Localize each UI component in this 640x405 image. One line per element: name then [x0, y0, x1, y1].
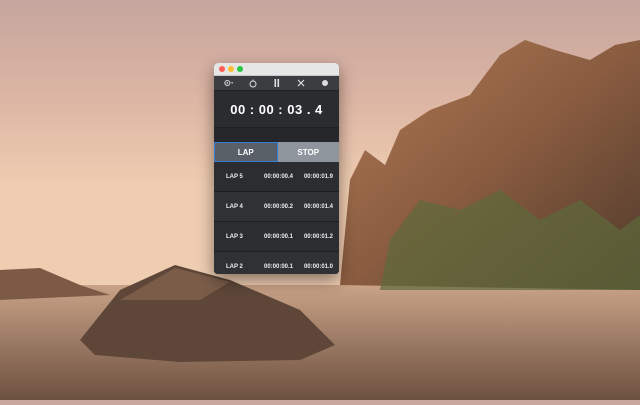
- lap-total-time: 00:00:01.0: [303, 263, 333, 270]
- lap-split-time: 00:00:00.1: [263, 233, 294, 240]
- record-icon[interactable]: [320, 78, 330, 88]
- list-item: LAP 2 00:00:00.1 00:00:01.0: [214, 252, 339, 274]
- list-item: LAP 4 00:00:00.2 00:00:01.4: [214, 192, 339, 222]
- lap-split-time: 00:00:00.2: [263, 203, 294, 210]
- shuffle-icon[interactable]: [296, 78, 306, 88]
- lap-total-time: 00:00:01.9: [303, 173, 333, 180]
- stop-button[interactable]: STOP: [277, 142, 339, 162]
- control-buttons: LAP STOP: [214, 142, 339, 162]
- zoom-window-button[interactable]: [237, 66, 243, 72]
- gear-dropdown-icon[interactable]: [224, 78, 234, 88]
- lap-name: LAP 4: [226, 203, 243, 210]
- timer-readout: 00 : 00 : 03 . 4: [230, 101, 323, 117]
- lap-split-time: 00:00:00.1: [263, 263, 294, 270]
- pause-icon[interactable]: [272, 78, 282, 88]
- minimize-window-button[interactable]: [228, 66, 234, 72]
- lap-split-time: 00:00:00.4: [263, 173, 294, 180]
- timer-display-area: 00 : 00 : 03 . 4: [214, 91, 339, 128]
- lap-total-time: 00:00:01.2: [303, 233, 333, 240]
- stopwatch-icon[interactable]: [248, 78, 258, 88]
- lap-total-time: 00:00:01.4: [303, 203, 333, 210]
- stopwatch-window: 00 : 00 : 03 . 4 LAP STOP LAP 5 00:00:00…: [214, 63, 339, 274]
- list-item: LAP 3 00:00:00.1 00:00:01.2: [214, 222, 339, 252]
- lap-name: LAP 2: [226, 263, 243, 270]
- lap-list: LAP 5 00:00:00.4 00:00:01.9 LAP 4 00:00:…: [214, 162, 339, 274]
- close-window-button[interactable]: [219, 66, 225, 72]
- divider: [214, 128, 339, 142]
- window-titlebar: [214, 63, 339, 76]
- toolbar: [214, 76, 339, 91]
- lap-name: LAP 5: [226, 173, 243, 180]
- lap-name: LAP 3: [226, 233, 243, 240]
- lap-button[interactable]: LAP: [214, 142, 278, 162]
- list-item: LAP 5 00:00:00.4 00:00:01.9: [214, 162, 339, 192]
